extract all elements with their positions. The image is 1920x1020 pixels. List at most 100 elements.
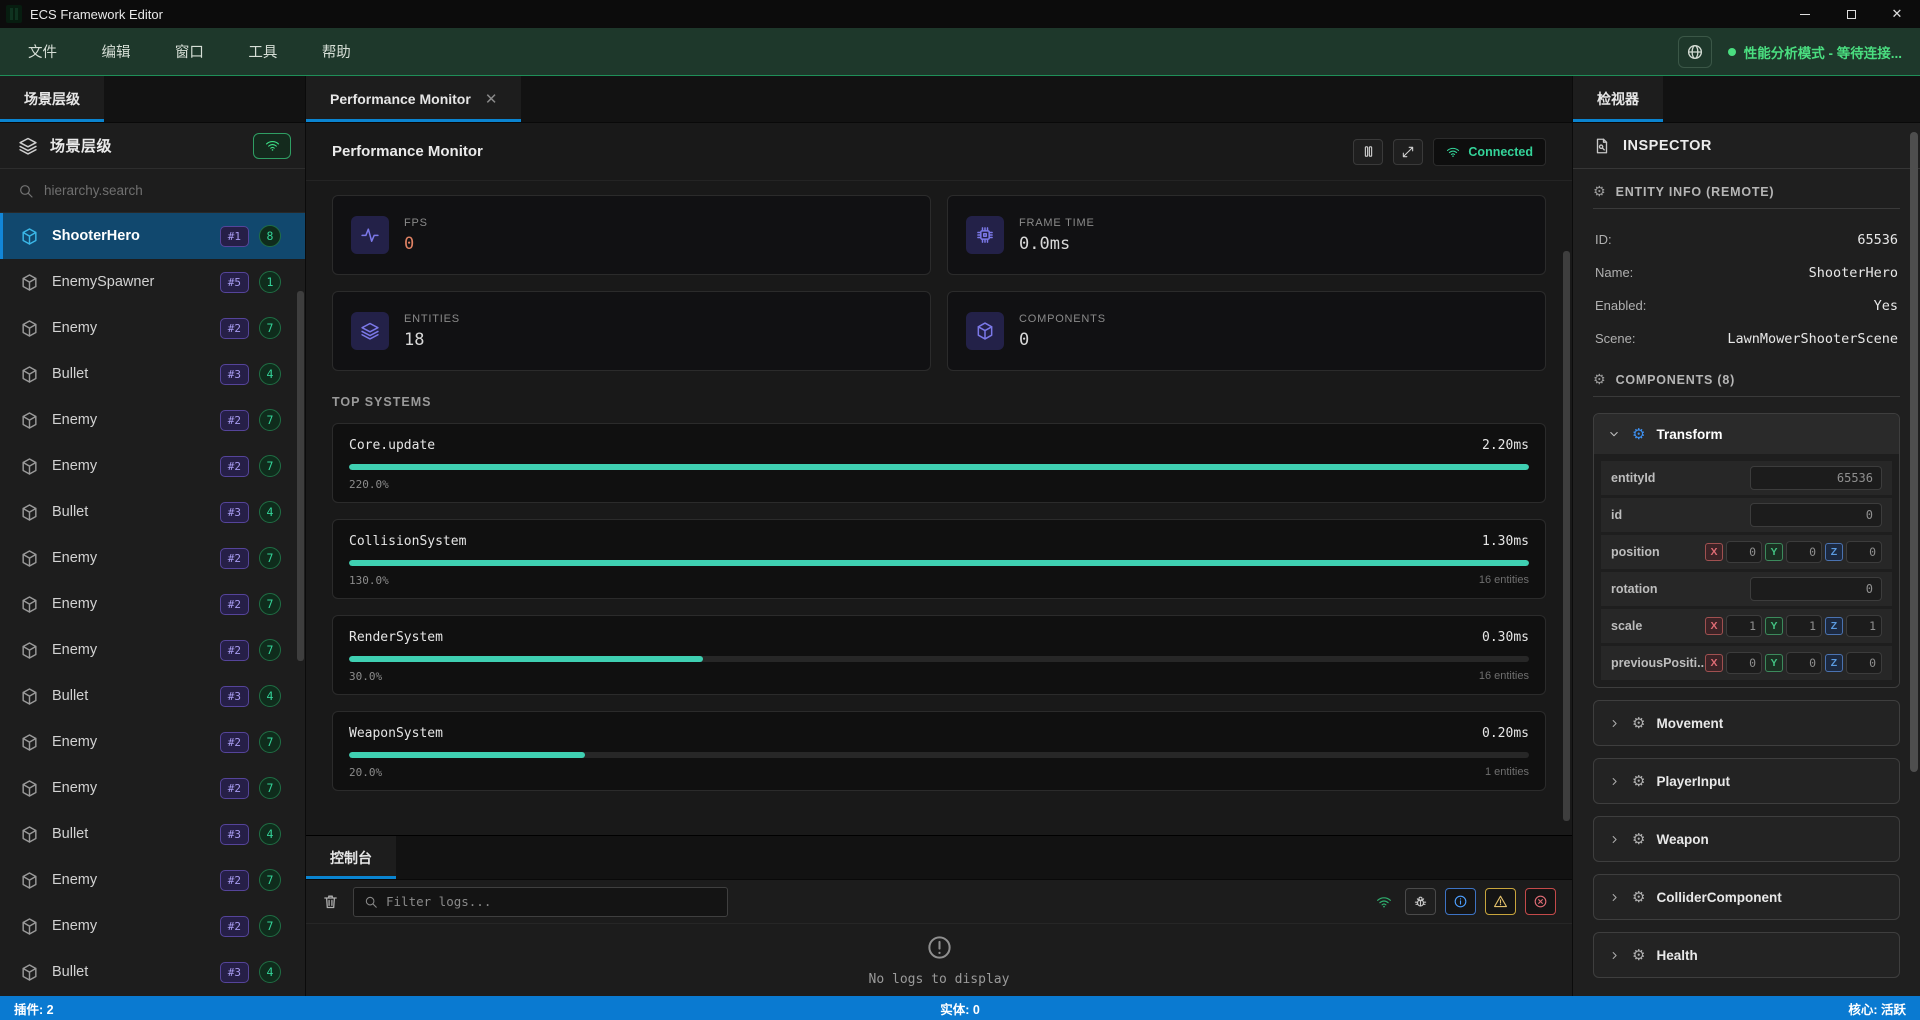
entity-name: Bullet	[52, 366, 88, 382]
tab-performance-monitor[interactable]: Performance Monitor ✕	[306, 76, 521, 122]
hierarchy-scrollbar[interactable]	[297, 291, 304, 661]
component-card[interactable]: ⚙ Movement	[1593, 700, 1900, 746]
maximize-button[interactable]	[1828, 0, 1874, 28]
component-card[interactable]: ⚙ Health	[1593, 932, 1900, 978]
hierarchy-item[interactable]: Enemy #2 7	[0, 535, 305, 581]
component-card[interactable]: ⚙ Weapon	[1593, 816, 1900, 862]
main-scrollbar[interactable]	[1563, 251, 1570, 821]
x-value-input[interactable]	[1726, 615, 1762, 637]
bug-icon	[1413, 894, 1428, 909]
hierarchy-item[interactable]: Enemy #2 7	[0, 903, 305, 949]
entity-name: Bullet	[52, 826, 88, 842]
prop-value-input[interactable]	[1750, 503, 1882, 527]
status-bar: 插件: 2 实体: 0 核心: 活跃	[0, 996, 1920, 1020]
entity-field-row: ID: 65536	[1595, 223, 1898, 256]
wifi-icon	[265, 138, 280, 153]
component-card-transform: ⚙ Transform entityId id position X Y Z r…	[1593, 413, 1900, 688]
z-value-input[interactable]	[1846, 615, 1882, 637]
entity-id-badge: #3	[220, 502, 249, 523]
hierarchy-item[interactable]: Enemy #2 7	[0, 443, 305, 489]
close-button[interactable]: ✕	[1874, 0, 1920, 28]
entity-fields: ID: 65536 Name: ShooterHero Enabled: Yes…	[1593, 209, 1900, 359]
chevron-down-icon	[1607, 427, 1621, 441]
prop-label: entityId	[1611, 471, 1750, 485]
system-time: 2.20ms	[1482, 438, 1529, 453]
z-value-input[interactable]	[1846, 541, 1882, 563]
transform-property-row: entityId	[1601, 461, 1892, 495]
info-filter-button[interactable]	[1445, 888, 1476, 915]
system-card: CollisionSystem1.30ms 130.0%16 entities	[332, 519, 1546, 599]
hierarchy-search-input[interactable]	[44, 183, 287, 198]
y-value-input[interactable]	[1786, 652, 1822, 674]
field-value: 65536	[1857, 232, 1898, 248]
x-value-input[interactable]	[1726, 652, 1762, 674]
x-value-input[interactable]	[1726, 541, 1762, 563]
system-bar	[349, 464, 1529, 470]
entity-count-badge: 7	[259, 409, 281, 431]
hierarchy-item[interactable]: Bullet #3 4	[0, 351, 305, 397]
hierarchy-item[interactable]: Bullet #3 4	[0, 489, 305, 535]
z-value-input[interactable]	[1846, 652, 1882, 674]
activity-icon	[351, 216, 389, 254]
clear-console-button[interactable]	[322, 893, 339, 910]
language-button[interactable]	[1678, 36, 1712, 68]
console-panel: 控制台	[306, 835, 1572, 996]
pause-icon	[1361, 144, 1376, 159]
axis-x-badge: X	[1705, 617, 1723, 635]
menu-item[interactable]: 窗口	[175, 45, 204, 61]
hierarchy-item[interactable]: Enemy #2 7	[0, 305, 305, 351]
maximize-icon	[1847, 10, 1856, 19]
cube-icon	[20, 411, 39, 430]
tab-close-icon[interactable]: ✕	[485, 90, 498, 108]
prop-value-input[interactable]	[1750, 577, 1882, 601]
entity-id-badge: #1	[220, 226, 249, 247]
inspector-scrollbar[interactable]	[1910, 132, 1918, 772]
hierarchy-item[interactable]: Enemy #2 7	[0, 581, 305, 627]
log-filter-input[interactable]	[386, 894, 717, 909]
minimize-button[interactable]	[1782, 0, 1828, 28]
debug-filter-button[interactable]	[1405, 888, 1436, 915]
system-bar-fill	[349, 560, 1529, 566]
entity-count-badge: 7	[259, 777, 281, 799]
menu-item[interactable]: 工具	[248, 45, 277, 61]
menu-item[interactable]: 文件	[28, 45, 57, 61]
tab-inspector[interactable]: 检视器	[1573, 76, 1663, 122]
warning-filter-button[interactable]	[1485, 888, 1516, 915]
transform-header[interactable]: ⚙ Transform	[1594, 414, 1899, 454]
cube-icon	[20, 687, 39, 706]
cube-icon	[20, 457, 39, 476]
error-filter-button[interactable]	[1525, 888, 1556, 915]
cube-icon	[20, 871, 39, 890]
hierarchy-item[interactable]: Bullet #3 4	[0, 811, 305, 857]
transform-property-row: scale X Y Z	[1601, 609, 1892, 643]
menu-item[interactable]: 帮助	[322, 45, 351, 61]
tab-hierarchy[interactable]: 场景层级	[0, 76, 104, 122]
menu-bar: 文件 编辑 窗口 工具 帮助 性能分析模式 - 等待连接...	[0, 28, 1920, 76]
system-bar	[349, 752, 1529, 758]
hierarchy-item[interactable]: Bullet #3 4	[0, 949, 305, 995]
tab-console[interactable]: 控制台	[306, 836, 396, 879]
y-value-input[interactable]	[1786, 615, 1822, 637]
hierarchy-item[interactable]: Enemy #2 7	[0, 765, 305, 811]
wifi-icon	[1446, 145, 1460, 159]
prop-value-input[interactable]	[1750, 466, 1882, 490]
menu-item[interactable]: 编辑	[101, 45, 130, 61]
hierarchy-item[interactable]: Bullet #3 4	[0, 673, 305, 719]
hierarchy-item[interactable]: Enemy #2 7	[0, 719, 305, 765]
hierarchy-item[interactable]: EnemySpawner #5 1	[0, 259, 305, 305]
hierarchy-connection-button[interactable]	[253, 133, 291, 159]
expand-button[interactable]	[1393, 139, 1423, 165]
component-card[interactable]: ⚙ ColliderComponent	[1593, 874, 1900, 920]
pause-button[interactable]	[1353, 139, 1383, 165]
hierarchy-item[interactable]: Enemy #2 7	[0, 857, 305, 903]
components-heading: COMPONENTS (8)	[1616, 373, 1736, 387]
hierarchy-item[interactable]: Enemy #2 7	[0, 627, 305, 673]
cube-icon	[20, 319, 39, 338]
y-value-input[interactable]	[1786, 541, 1822, 563]
hierarchy-item[interactable]: ShooterHero #1 8	[0, 213, 305, 259]
entity-name: Enemy	[52, 458, 97, 474]
hierarchy-item[interactable]: Enemy #2 7	[0, 397, 305, 443]
component-card[interactable]: ⚙ PlayerInput	[1593, 758, 1900, 804]
entity-name: Enemy	[52, 918, 97, 934]
connection-status-text: Connected	[1468, 145, 1533, 159]
